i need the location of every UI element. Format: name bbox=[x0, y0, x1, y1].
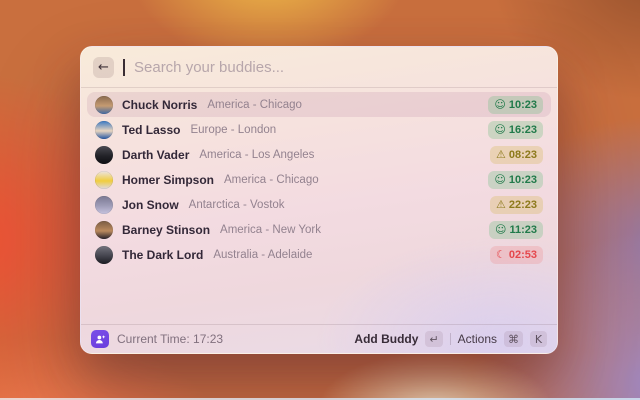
buddy-row[interactable]: Homer Simpson America - Chicago ☺ 10:23 bbox=[87, 167, 551, 192]
buddy-time: 02:53 bbox=[508, 248, 537, 261]
buddy-time-badge: ☺ 10:23 bbox=[488, 170, 543, 189]
search-bar: ← bbox=[81, 47, 557, 87]
buddies-window: ← Chuck Norris America - Chicago ☺ 10:23… bbox=[80, 46, 558, 354]
buddy-time-badge: ⚠ 22:23 bbox=[489, 195, 543, 214]
actions-button[interactable]: Actions bbox=[458, 332, 497, 346]
buddy-row[interactable]: The Dark Lord Australia - Adelaide ☾ 02:… bbox=[87, 242, 551, 267]
buddy-avatar bbox=[95, 95, 113, 114]
buddy-row[interactable]: Jon Snow Antarctica - Vostok ⚠ 22:23 bbox=[87, 192, 551, 217]
current-time-label: Current Time: 17:23 bbox=[117, 332, 224, 346]
status-icon: ☺ bbox=[494, 123, 506, 136]
buddy-name: Chuck Norris bbox=[122, 97, 198, 112]
back-arrow-icon: ← bbox=[98, 59, 109, 75]
buddy-location: Antarctica - Vostok bbox=[188, 198, 285, 211]
buddy-row[interactable]: Barney Stinson America - New York ☺ 11:2… bbox=[87, 217, 551, 242]
buddy-time: 10:23 bbox=[508, 173, 537, 186]
buddy-location: America - Chicago bbox=[207, 98, 302, 111]
buddy-avatar bbox=[95, 245, 113, 264]
buddy-location: America - New York bbox=[220, 223, 322, 236]
return-keycap[interactable]: ↵ bbox=[425, 331, 443, 347]
buddy-location: Australia - Adelaide bbox=[213, 248, 313, 261]
buddy-time: 16:23 bbox=[508, 123, 537, 136]
status-icon: ☾ bbox=[495, 248, 506, 261]
buddy-name: The Dark Lord bbox=[122, 247, 204, 262]
k-keycap[interactable]: K bbox=[530, 331, 547, 347]
buddy-time: 10:23 bbox=[508, 98, 537, 111]
buddy-location: America - Chicago bbox=[224, 173, 319, 186]
buddy-time: 11:23 bbox=[509, 223, 537, 236]
buddy-person-icon bbox=[95, 334, 105, 343]
footer-actions: Add Buddy ↵ Actions ⌘ K bbox=[354, 331, 547, 347]
status-icon: ☺ bbox=[494, 98, 506, 111]
status-icon: ☺ bbox=[494, 173, 506, 186]
buddy-name: Ted Lasso bbox=[122, 122, 181, 137]
add-buddy-button[interactable]: Add Buddy bbox=[354, 332, 418, 346]
footer: Current Time: 17:23 Add Buddy ↵ Actions … bbox=[81, 324, 557, 353]
cmd-keycap[interactable]: ⌘ bbox=[504, 331, 523, 347]
text-caret bbox=[123, 58, 125, 76]
buddy-avatar bbox=[95, 220, 113, 239]
search-input[interactable] bbox=[134, 58, 545, 76]
buddy-time: 22:23 bbox=[508, 198, 537, 211]
buddy-name: Barney Stinson bbox=[122, 222, 211, 237]
app-logo-icon bbox=[91, 330, 109, 348]
back-button[interactable]: ← bbox=[93, 56, 114, 78]
buddy-time-badge: ☺ 11:23 bbox=[489, 220, 543, 239]
buddy-time-badge: ☺ 10:23 bbox=[488, 95, 543, 114]
buddy-avatar bbox=[95, 195, 113, 214]
buddy-name: Darth Vader bbox=[122, 147, 190, 162]
buddy-avatar bbox=[95, 145, 113, 164]
buddy-time-badge: ⚠ 08:23 bbox=[489, 145, 543, 164]
status-icon: ⚠ bbox=[495, 198, 506, 211]
buddy-time-badge: ☾ 02:53 bbox=[489, 245, 543, 264]
buddy-row[interactable]: Chuck Norris America - Chicago ☺ 10:23 bbox=[87, 92, 551, 117]
buddy-avatar bbox=[95, 120, 113, 139]
buddy-location: America - Los Angeles bbox=[199, 148, 315, 161]
buddy-location: Europe - London bbox=[190, 123, 277, 136]
buddy-name: Jon Snow bbox=[122, 197, 179, 212]
footer-separator bbox=[449, 333, 451, 345]
status-icon: ⚠ bbox=[495, 148, 506, 161]
buddy-name: Homer Simpson bbox=[122, 172, 215, 187]
buddy-row[interactable]: Darth Vader America - Los Angeles ⚠ 08:2… bbox=[87, 142, 551, 167]
buddy-row[interactable]: Ted Lasso Europe - London ☺ 16:23 bbox=[87, 117, 551, 142]
buddy-time-badge: ☺ 16:23 bbox=[488, 120, 543, 139]
buddy-list: Chuck Norris America - Chicago ☺ 10:23 T… bbox=[81, 88, 557, 324]
buddy-avatar bbox=[95, 170, 113, 189]
buddy-time: 08:23 bbox=[508, 148, 537, 161]
status-icon: ☺ bbox=[495, 223, 507, 236]
